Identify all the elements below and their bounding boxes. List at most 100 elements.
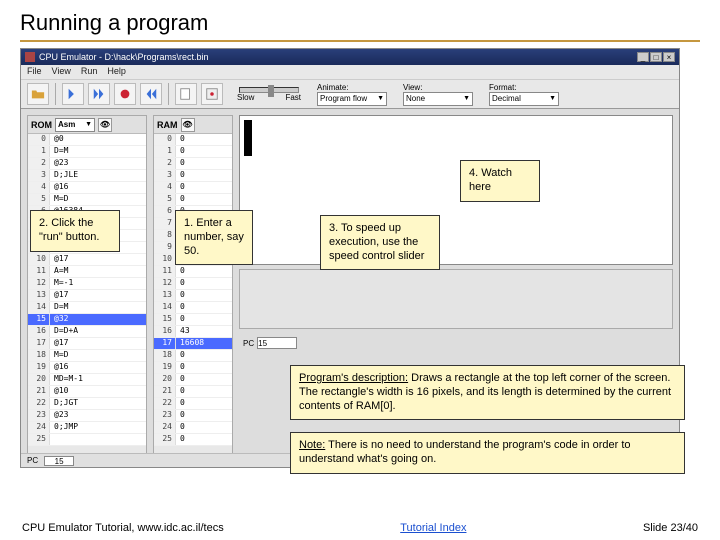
pc-footer-field[interactable]: 15 <box>44 456 74 466</box>
animate-combo[interactable]: Program flow ▼ <box>317 92 387 106</box>
menubar: File View Run Help <box>21 65 679 79</box>
table-row[interactable]: 15@32 <box>28 314 146 326</box>
menu-run[interactable]: Run <box>81 66 98 78</box>
table-row[interactable]: 30 <box>154 170 232 182</box>
view-combo[interactable]: None▼ <box>403 92 473 106</box>
menu-help[interactable]: Help <box>107 66 126 78</box>
step-button[interactable] <box>62 83 84 105</box>
slider-label-slow: Slow <box>237 93 254 102</box>
callout-enter-number: 1. Enter a number, say 50. <box>175 210 253 265</box>
table-row[interactable]: 11A=M <box>28 266 146 278</box>
view-value: None <box>406 94 425 103</box>
animate-value: Program flow <box>320 94 367 103</box>
table-row[interactable]: 1716608 <box>154 338 232 350</box>
table-row[interactable]: 250 <box>154 434 232 446</box>
footer-right: Slide 23/40 <box>643 522 698 534</box>
close-button[interactable]: × <box>663 52 675 62</box>
speed-slider-box: Slow Fast <box>237 87 301 102</box>
table-row[interactable]: 25 <box>28 434 146 446</box>
animate-label: Animate: <box>317 83 387 92</box>
toolbar-separator <box>168 83 169 105</box>
breakpoints-button[interactable] <box>201 83 223 105</box>
callout-description: Program's description: Draws a rectangle… <box>290 365 685 420</box>
table-row[interactable]: 40 <box>154 182 232 194</box>
format-combo[interactable]: Decimal▼ <box>489 92 559 106</box>
table-row[interactable]: 23@23 <box>28 410 146 422</box>
menu-file[interactable]: File <box>27 66 42 78</box>
rom-format-combo[interactable]: Asm▼ <box>55 118 95 132</box>
table-row[interactable]: 190 <box>154 362 232 374</box>
format-label: Format: <box>489 83 559 92</box>
table-row[interactable]: 220 <box>154 398 232 410</box>
table-row[interactable]: 19@16 <box>28 362 146 374</box>
app-icon <box>25 52 35 62</box>
note-text: There is no need to understand the progr… <box>299 439 631 465</box>
find-icon[interactable]: 👁 <box>181 118 195 132</box>
table-row[interactable]: 210 <box>154 386 232 398</box>
title-rule <box>20 40 700 42</box>
table-row[interactable]: 140 <box>154 302 232 314</box>
table-row[interactable]: 00 <box>154 134 232 146</box>
table-row[interactable]: 200 <box>154 374 232 386</box>
callout-speed: 3. To speed up execution, use the speed … <box>320 215 440 270</box>
table-row[interactable]: 22D;JGT <box>28 398 146 410</box>
menu-view[interactable]: View <box>52 66 71 78</box>
table-row[interactable]: 12M=-1 <box>28 278 146 290</box>
table-row[interactable]: 150 <box>154 314 232 326</box>
pc-field[interactable] <box>257 337 297 349</box>
view-label: View: <box>403 83 473 92</box>
chevron-down-icon: ▼ <box>85 121 92 128</box>
ram-grid[interactable]: 0010203040506070809010011012013014015016… <box>154 134 232 446</box>
find-icon[interactable]: 👁 <box>98 118 112 132</box>
slider-label-fast: Fast <box>285 93 301 102</box>
slide-title: Running a program <box>0 0 720 40</box>
table-row[interactable]: 1D=M <box>28 146 146 158</box>
maximize-button[interactable]: □ <box>650 52 662 62</box>
slide-footer: CPU Emulator Tutorial, www.idc.ac.il/tec… <box>0 522 720 534</box>
toolbar-separator <box>55 83 56 105</box>
table-row[interactable]: 240;JMP <box>28 422 146 434</box>
rom-grid[interactable]: 0@01D=M2@233D;JLE4@165M=D6@163847D=A8@17… <box>28 134 146 446</box>
ram-panel: RAM 👁 0010203040506070809010011012013014… <box>153 115 233 461</box>
table-row[interactable]: 120 <box>154 278 232 290</box>
table-row[interactable]: 20MD=M-1 <box>28 374 146 386</box>
tutorial-index-link[interactable]: Tutorial Index <box>400 522 466 534</box>
table-row[interactable]: 16D=D+A <box>28 326 146 338</box>
note-label: Note: <box>299 439 325 451</box>
stop-button[interactable] <box>114 83 136 105</box>
minimize-button[interactable]: _ <box>637 52 649 62</box>
pc-label: PC <box>243 339 254 348</box>
speed-slider[interactable] <box>239 87 299 93</box>
table-row[interactable]: 21@10 <box>28 386 146 398</box>
table-row[interactable]: 130 <box>154 290 232 302</box>
table-row[interactable]: 17@17 <box>28 338 146 350</box>
table-row[interactable]: 1643 <box>154 326 232 338</box>
script-open-button[interactable] <box>175 83 197 105</box>
table-row[interactable]: 3D;JLE <box>28 170 146 182</box>
rom-panel: ROM Asm▼ 👁 0@01D=M2@233D;JLE4@165M=D6@16… <box>27 115 147 461</box>
table-row[interactable]: 230 <box>154 410 232 422</box>
table-row[interactable]: 18M=D <box>28 350 146 362</box>
table-row[interactable]: 10@17 <box>28 254 146 266</box>
table-row[interactable]: 110 <box>154 266 232 278</box>
callout-watch: 4. Watch here <box>460 160 540 202</box>
table-row[interactable]: 20 <box>154 158 232 170</box>
callout-run: 2. Click the "run" button. <box>30 210 120 252</box>
callout-note: Note: There is no need to understand the… <box>290 432 685 474</box>
table-row[interactable]: 0@0 <box>28 134 146 146</box>
table-row[interactable]: 4@16 <box>28 182 146 194</box>
table-row[interactable]: 50 <box>154 194 232 206</box>
table-row[interactable]: 13@17 <box>28 290 146 302</box>
rewind-button[interactable] <box>140 83 162 105</box>
run-button[interactable] <box>88 83 110 105</box>
table-row[interactable]: 5M=D <box>28 194 146 206</box>
slider-knob[interactable] <box>268 85 274 97</box>
open-button[interactable] <box>27 83 49 105</box>
table-row[interactable]: 2@23 <box>28 158 146 170</box>
table-row[interactable]: 14D=M <box>28 302 146 314</box>
table-row[interactable]: 180 <box>154 350 232 362</box>
table-row[interactable]: 10 <box>154 146 232 158</box>
drawn-rectangle <box>244 120 252 156</box>
chevron-down-icon: ▼ <box>377 95 384 102</box>
table-row[interactable]: 240 <box>154 422 232 434</box>
